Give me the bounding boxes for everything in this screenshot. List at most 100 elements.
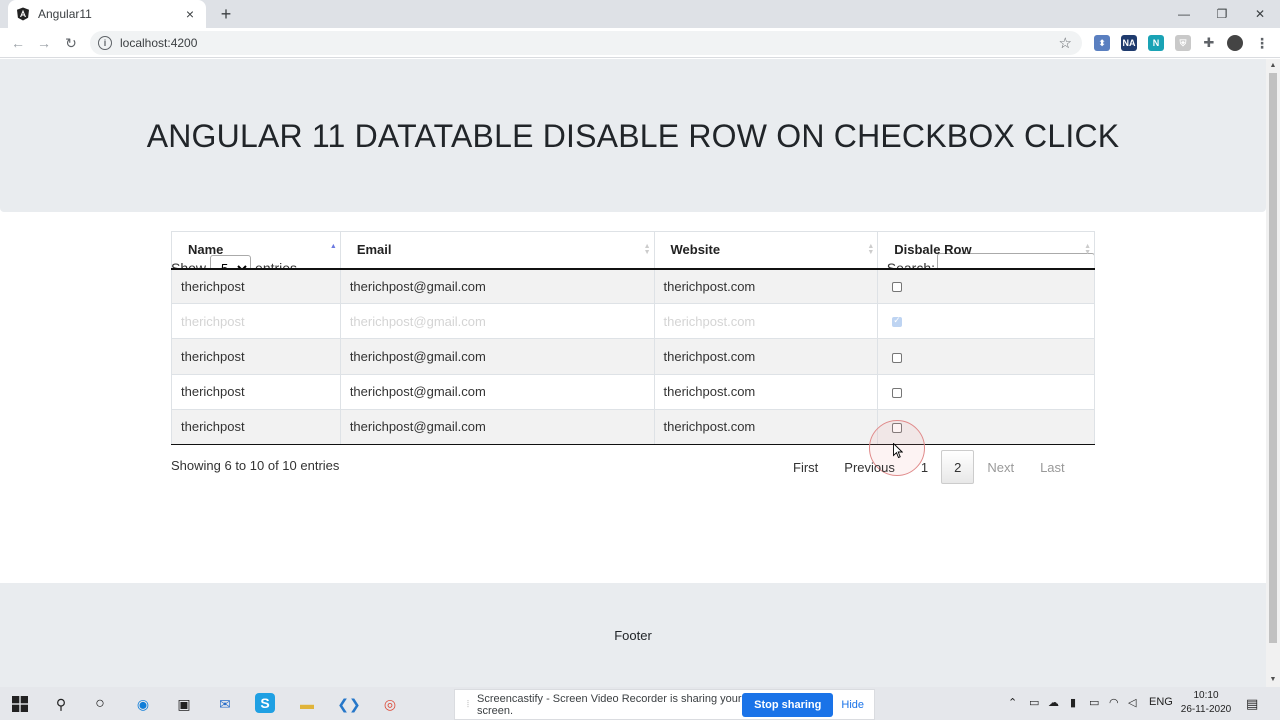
page-footer: Footer [0, 583, 1266, 687]
disable-row-checkbox[interactable] [892, 387, 903, 398]
pagination-last[interactable]: Last [1027, 450, 1078, 484]
cortana-icon[interactable]: ○ [89, 693, 111, 715]
sort-ascending-icon: ▲ [329, 243, 337, 250]
page-scrollbar[interactable]: ▲ ▼ [1266, 59, 1280, 687]
minimize-button[interactable]: — [1166, 0, 1202, 28]
table-row: therichpost therichpost@gmail.com therichp… [171, 303, 1095, 340]
cell-website: therichpost.com [653, 338, 879, 375]
pagination-next[interactable]: Next [974, 450, 1027, 484]
tray-volume-icon[interactable]: ◁ [1128, 696, 1136, 709]
cell-email: therichpost@gmail.com [339, 267, 655, 305]
hide-banner-button[interactable]: Hide [841, 699, 864, 711]
data-table: Name ▲ Email ▲ ▼ Website ▲ ▼ Disbale Row ▲ ▼ th… [171, 231, 1095, 445]
store-icon[interactable]: ▣ [173, 693, 195, 715]
file-explorer-icon[interactable]: ▬ [296, 693, 318, 715]
maximize-button[interactable]: ❐ [1204, 0, 1240, 28]
column-header-name[interactable]: Name ▲ [171, 231, 341, 270]
vscode-icon[interactable]: ❮❯ [337, 693, 360, 715]
forward-arrow-icon[interactable]: → [35, 34, 53, 52]
chrome-icon[interactable]: ◎ [379, 693, 401, 715]
cell-disable-row [877, 267, 1095, 305]
shield-extension-icon[interactable]: ⛨ [1175, 35, 1191, 51]
disable-row-checkbox[interactable] [892, 422, 903, 433]
cell-website: therichpost.com [653, 373, 879, 410]
cell-website: therichpost.com [653, 303, 879, 340]
pagination-page-1[interactable]: 1 [908, 450, 941, 484]
tray-microphone-icon[interactable]: ▮ [1070, 696, 1076, 709]
taskbar-clock[interactable]: 10:10 26-11-2020 [1178, 689, 1234, 717]
puzzle-extensions-icon[interactable]: ✚ [1201, 35, 1217, 51]
page-title: ANGULAR 11 DATATABLE DISABLE ROW ON CHEC… [146, 118, 1120, 154]
cell-name: therichpost [171, 267, 341, 305]
cell-email: therichpost@gmail.com [339, 408, 655, 445]
table-row[interactable]: therichpost therichpost@gmail.com therichp… [171, 267, 1095, 305]
pagination-previous[interactable]: Previous [831, 450, 908, 484]
site-info-icon[interactable]: i [98, 36, 112, 50]
pagination-page-2[interactable]: 2 [941, 450, 975, 484]
cell-email: therichpost@gmail.com [339, 338, 655, 375]
table-info: Showing 6 to 10 of 10 entries [171, 458, 340, 473]
screen-share-banner: ⦙ Screencastify - Screen Video Recorder … [454, 689, 875, 720]
browser-menu-icon[interactable]: ⋮ [1254, 35, 1270, 51]
drag-handle-icon[interactable]: ⦙ [461, 699, 475, 710]
table-row[interactable]: therichpost therichpost@gmail.com therichp… [171, 338, 1095, 375]
close-window-button[interactable]: ✕ [1242, 0, 1278, 28]
cell-name: therichpost [171, 373, 341, 410]
bookmark-star-icon[interactable]: ☆ [1059, 34, 1072, 52]
stop-sharing-button[interactable]: Stop sharing [742, 692, 834, 717]
pagination-first[interactable]: First [780, 450, 831, 484]
reload-icon[interactable]: ↻ [62, 34, 80, 52]
language-indicator[interactable]: ENG [1149, 696, 1173, 708]
address-bar[interactable]: i localhost:4200 ☆ [90, 31, 1082, 55]
cell-disable-row [877, 408, 1095, 445]
tab-title: Angular11 [38, 7, 92, 21]
mail-icon[interactable]: ✉ [214, 693, 236, 715]
windows-start-icon[interactable] [9, 693, 31, 715]
disable-row-checkbox[interactable] [892, 315, 903, 328]
sort-both-icon: ▲ ▼ [1084, 243, 1091, 256]
n-extension-icon[interactable]: N [1148, 35, 1164, 51]
notifications-icon[interactable]: ▤ [1246, 696, 1258, 712]
tray-battery-icon[interactable]: ▭ [1089, 696, 1099, 709]
tray-onedrive-icon[interactable]: ☁ [1048, 696, 1059, 709]
tray-device-icon[interactable]: ▭ [1029, 696, 1039, 709]
new-tab-button[interactable]: + [216, 4, 236, 24]
table-row[interactable]: therichpost therichpost@gmail.com therichp… [171, 408, 1095, 445]
share-message: Screencastify - Screen Video Recorder is… [477, 692, 742, 717]
scrollbar-thumb[interactable] [1269, 73, 1277, 643]
account-icon[interactable]: ⬍ [1094, 35, 1110, 51]
column-header-website[interactable]: Website ▲ ▼ [653, 231, 879, 270]
cell-email: therichpost@gmail.com [339, 373, 655, 410]
table-row[interactable]: therichpost therichpost@gmail.com therichp… [171, 373, 1095, 410]
cell-email: therichpost@gmail.com [339, 303, 655, 340]
sort-both-icon: ▲ ▼ [643, 243, 651, 256]
column-header-label: Email [356, 242, 392, 258]
disable-row-checkbox[interactable] [892, 282, 903, 293]
tab-close-icon[interactable]: × [182, 6, 198, 22]
footer-text: Footer [614, 627, 652, 643]
column-header-disable-row[interactable]: Disbale Row ▲ ▼ [877, 231, 1095, 270]
disable-row-checkbox[interactable] [892, 352, 903, 363]
cell-disable-row [877, 303, 1095, 340]
sort-both-icon: ▲ ▼ [867, 243, 875, 256]
column-header-email[interactable]: Email ▲ ▼ [339, 231, 655, 270]
jumbotron: ANGULAR 11 DATATABLE DISABLE ROW ON CHEC… [0, 59, 1266, 212]
skype-icon[interactable]: S [255, 693, 275, 713]
cell-disable-row [877, 338, 1095, 375]
edge-browser-icon[interactable]: ◉ [132, 693, 154, 715]
scroll-up-arrow-icon[interactable]: ▲ [1269, 62, 1277, 70]
clock-time: 10:10 [1193, 690, 1219, 701]
browser-tab[interactable]: Angular11 × [8, 0, 206, 28]
scroll-down-arrow-icon[interactable]: ▼ [1269, 676, 1277, 684]
na-extension-icon[interactable]: NA [1121, 35, 1137, 51]
back-arrow-icon[interactable]: ← [9, 34, 27, 52]
browser-toolbar: ← → ↻ i localhost:4200 ☆ ⬍ NA N ⛨ ✚ ⋮ [0, 28, 1280, 58]
tray-wifi-icon[interactable]: ◠ [1109, 696, 1119, 709]
cell-name: therichpost [171, 338, 341, 375]
search-icon[interactable]: ⚲ [50, 693, 72, 715]
pagination: First Previous 1 2 Next Last [780, 449, 1078, 485]
cell-website: therichpost.com [653, 267, 879, 305]
tray-chevron-icon[interactable]: ⌃ [1008, 696, 1017, 709]
column-header-label: Website [670, 242, 721, 258]
profile-avatar-icon[interactable] [1227, 35, 1243, 51]
